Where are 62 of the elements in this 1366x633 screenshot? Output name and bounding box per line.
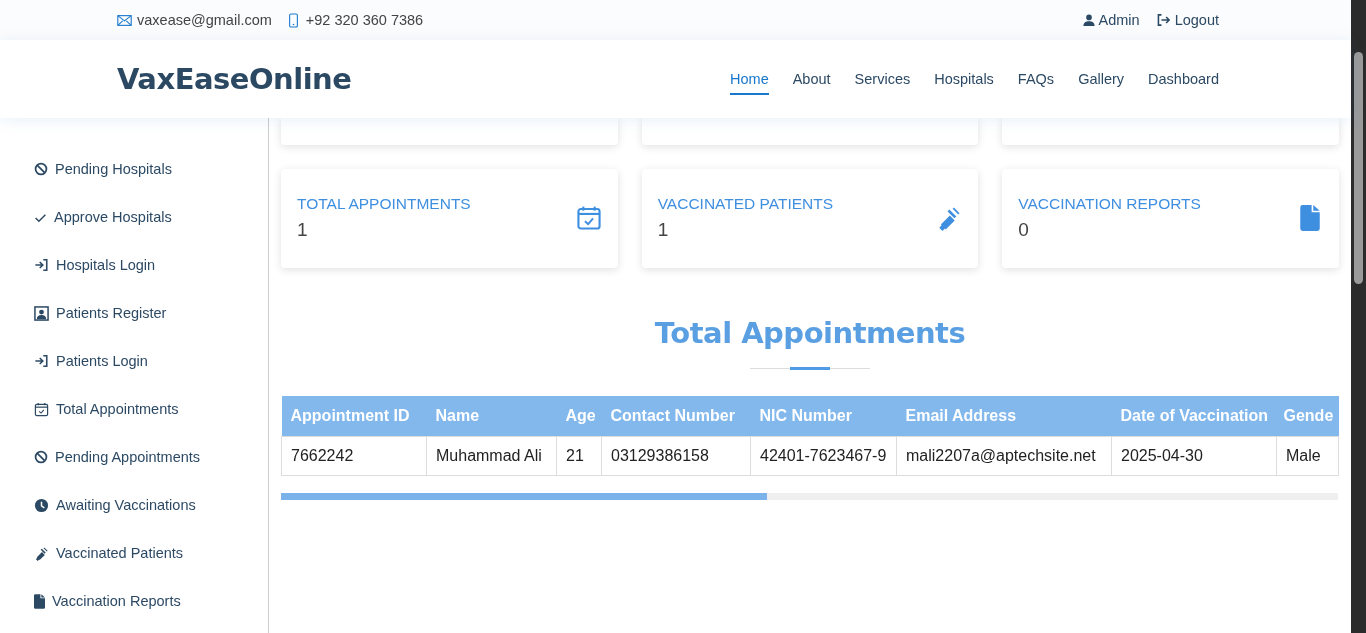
sidebar-item[interactable]: Approve Hospitals: [0, 193, 268, 241]
table-cell: Male: [1276, 436, 1339, 476]
phone-text: +92 320 360 7386: [305, 12, 424, 28]
login-icon: [34, 354, 49, 368]
column-header: Appointment ID: [281, 396, 427, 437]
sidebar-item[interactable]: Total Appointments: [0, 385, 268, 433]
clock-icon: [34, 497, 49, 513]
table-cell: Muhammad Ali: [426, 436, 557, 476]
ban-icon: [34, 162, 48, 176]
table-cell: 7662242: [281, 436, 427, 476]
nav-link[interactable]: Dashboard: [1148, 63, 1219, 95]
column-header: Date of Vaccination: [1111, 396, 1277, 437]
nav-link[interactable]: Home: [730, 63, 769, 95]
calendar-icon: [575, 205, 602, 231]
stat-value: 1: [297, 219, 309, 241]
nav-link[interactable]: FAQs: [1017, 63, 1055, 95]
stat-value: 1: [657, 219, 670, 241]
stat-value: 0: [1018, 219, 1030, 241]
stat-title: VACCINATED PATIENTS: [657, 195, 834, 213]
stat-title: VACCINATION REPORTS: [1018, 195, 1201, 213]
column-header: Gende: [1276, 396, 1339, 437]
stat-title: TOTAL APPOINTMENTS: [297, 195, 471, 213]
person-icon: [34, 305, 49, 321]
logout-link[interactable]: Logout: [1156, 12, 1219, 28]
logout-icon: [1156, 14, 1171, 26]
horizontal-scrollbar[interactable]: [281, 493, 1338, 500]
sidebar-item[interactable]: Awaiting Vaccinations: [0, 481, 268, 529]
file-icon: [34, 593, 45, 609]
sidebar-item[interactable]: Patients Login: [0, 337, 268, 385]
login-icon: [34, 258, 49, 272]
user-icon: [1082, 14, 1095, 26]
nav-link[interactable]: Gallery: [1078, 63, 1125, 95]
nav-link[interactable]: About: [792, 63, 831, 95]
phone-icon: [288, 12, 298, 28]
vertical-scrollbar[interactable]: [1351, 0, 1366, 633]
envelope-icon: [117, 14, 132, 26]
column-header: Contact Number: [601, 396, 751, 437]
section-title: Total Appointments: [653, 316, 967, 350]
syringe-icon: [34, 545, 49, 561]
sidebar-item[interactable]: Patients Register: [0, 289, 268, 337]
file-icon: [1297, 205, 1323, 231]
table-cell: 21: [556, 436, 602, 476]
column-header: Email Address: [896, 396, 1112, 437]
nav-link[interactable]: Hospitals: [934, 63, 994, 95]
admin-link[interactable]: Admin: [1082, 12, 1140, 28]
column-header: NIC Number: [750, 396, 897, 437]
sidebar-item[interactable]: Vaccinated Patients: [0, 529, 268, 577]
table-cell: 42401-7623467-9: [750, 436, 897, 476]
table-cell: 03129386158: [601, 436, 751, 476]
site-logo[interactable]: VaxEaseOnline: [117, 62, 352, 96]
calendar-icon: [34, 401, 49, 417]
sidebar-item[interactable]: Pending Hospitals: [0, 145, 268, 193]
column-header: Age: [556, 396, 602, 437]
table-cell: 2025-04-30: [1111, 436, 1277, 476]
table-cell: mali2207a@aptechsite.net: [896, 436, 1112, 476]
ban-icon: [34, 450, 48, 464]
email-text: vaxease@gmail.com: [137, 12, 272, 28]
column-header: Name: [426, 396, 557, 437]
sidebar-item[interactable]: Pending Appointments: [0, 433, 268, 481]
nav-link[interactable]: Services: [854, 63, 911, 95]
sidebar-item[interactable]: Hospitals Login: [0, 241, 268, 289]
sidebar-item[interactable]: Vaccination Reports: [0, 577, 268, 625]
